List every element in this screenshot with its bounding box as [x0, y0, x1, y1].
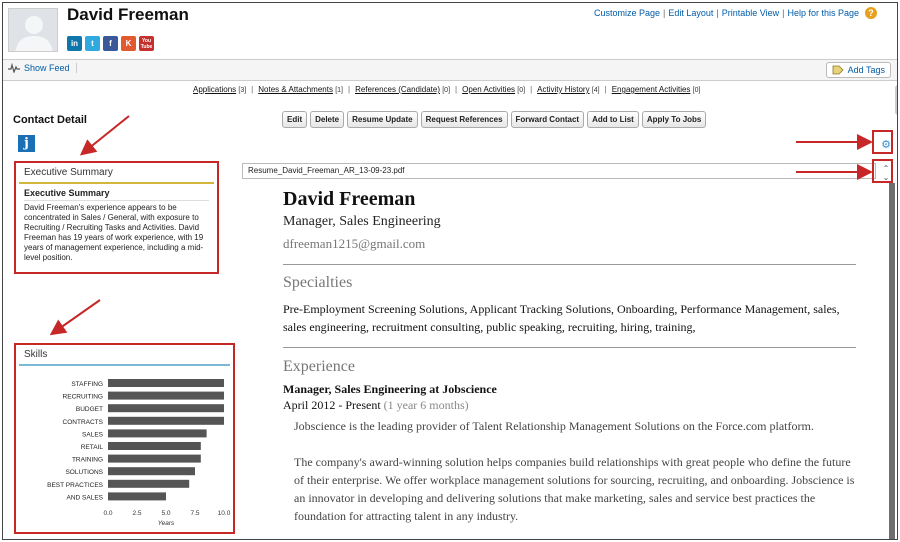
resume-scroll-control[interactable]: ⌃ ⌄: [878, 163, 894, 183]
bar: [108, 442, 201, 450]
customize-page-link[interactable]: Customize Page: [594, 8, 660, 18]
youtube-icon[interactable]: You Tube: [139, 36, 154, 51]
action-buttons: Edit Delete Resume Update Request Refere…: [282, 111, 707, 128]
executive-summary-text: David Freeman's experience appears to be…: [24, 203, 204, 262]
related-engagement-activities[interactable]: Engagement Activities: [612, 85, 691, 94]
resume-page: David Freeman Manager, Sales Engineering…: [242, 183, 889, 539]
person-silhouette-icon: [15, 16, 53, 51]
gear-icon[interactable]: ⚙: [878, 135, 894, 153]
executive-summary-title: Executive Summary: [24, 167, 113, 178]
bar-label: RECRUITING: [63, 394, 103, 401]
resume-update-button[interactable]: Resume Update: [347, 111, 418, 128]
x-tick-label: 7.5: [190, 510, 199, 517]
add-tags-button[interactable]: Add Tags: [825, 62, 891, 78]
related-applications[interactable]: Applications: [193, 85, 236, 94]
klout-icon[interactable]: K: [121, 36, 136, 51]
related-activity-history[interactable]: Activity History: [537, 85, 589, 94]
bar-label: TRAINING: [72, 457, 103, 464]
bar-label: STAFFING: [71, 381, 103, 388]
pulse-icon: [8, 63, 20, 73]
bar: [108, 492, 166, 501]
help-link[interactable]: Help for this Page: [787, 8, 859, 18]
skills-panel: Skills STAFFING RECRUITING BUDGET CONTRACTS…: [14, 343, 235, 534]
delete-button[interactable]: Delete: [310, 111, 345, 128]
divider: [283, 347, 856, 348]
x-tick-label: 2.5: [132, 510, 141, 517]
job-dates: April 2012 - Present (1 year 6 months): [283, 398, 469, 412]
x-tick-label: 0.0: [103, 510, 112, 517]
bar-label: CONTRACTS: [63, 419, 104, 426]
related-references[interactable]: References (Candidate): [355, 85, 440, 94]
edit-layout-link[interactable]: Edit Layout: [668, 8, 713, 18]
experience-heading: Experience: [283, 358, 355, 375]
resume-viewer: David Freeman Manager, Sales Engineering…: [242, 183, 895, 539]
related-open-activities[interactable]: Open Activities: [462, 85, 515, 94]
bar: [108, 454, 201, 463]
resume-name: David Freeman: [283, 188, 416, 210]
request-references-button[interactable]: Request References: [420, 111, 508, 128]
related-lists: Applications [3] | Notes & Attachments [1…: [193, 85, 701, 94]
x-axis-label: Years: [158, 520, 175, 527]
divider: [283, 264, 856, 265]
resume-title: Manager, Sales Engineering: [283, 214, 441, 229]
bar-label: AND SALES: [67, 494, 104, 501]
forward-contact-button[interactable]: Forward Contact: [510, 111, 585, 128]
annotation-arrow: [79, 115, 130, 156]
apply-to-jobs-button[interactable]: Apply To Jobs: [641, 111, 707, 128]
social-links: in t f K You Tube: [67, 36, 154, 51]
x-tick-label: 10.0: [218, 510, 231, 517]
bar: [108, 429, 207, 438]
specialties-text: Pre-Employment Screening Solutions, Appl…: [283, 302, 840, 334]
x-tick-label: 5.0: [161, 510, 170, 517]
job-title: Manager, Sales Engineering at Jobscience: [283, 382, 497, 396]
resume-file-select[interactable]: Resume_David_Freeman_AR_13-09-23.pdf: [242, 163, 876, 179]
section-title: Contact Detail: [13, 114, 87, 126]
annotation-arrow: [49, 299, 101, 336]
skills-chart: STAFFING RECRUITING BUDGET CONTRACTS SALES RE…: [47, 379, 231, 527]
job-paragraph: The company's award-winning solution hel…: [294, 455, 855, 523]
add-to-list-button[interactable]: Add to List: [587, 111, 639, 128]
printable-view-link[interactable]: Printable View: [722, 8, 779, 18]
bar: [108, 379, 224, 387]
help-icon[interactable]: ?: [865, 7, 877, 19]
bar: [108, 404, 224, 413]
resume-email: dfreeman1215@gmail.com: [283, 236, 426, 251]
bar: [108, 479, 190, 488]
page-scrollbar[interactable]: [895, 85, 897, 115]
specialties-heading: Specialties: [283, 274, 353, 291]
page-links: Customize Page | Edit Layout | Printable V…: [594, 7, 877, 19]
show-feed-button[interactable]: Show Feed: [8, 63, 77, 73]
bar-label: BUDGET: [76, 406, 103, 413]
twitter-icon[interactable]: t: [85, 36, 100, 51]
bar: [108, 391, 224, 400]
job-paragraph: Jobscience is the leading provider of Ta…: [294, 419, 814, 433]
executive-summary-panel: Executive Summary Executive Summary Davi…: [14, 161, 219, 274]
avatar[interactable]: [8, 8, 58, 52]
facebook-icon[interactable]: f: [103, 36, 118, 51]
edit-button[interactable]: Edit: [282, 111, 308, 128]
tag-icon: [832, 65, 844, 75]
feed-bar: Show Feed Add Tags: [3, 59, 897, 81]
screen-frame: David Freeman in t f K You Tube Customiz…: [2, 2, 898, 540]
bar-label: RETAIL: [81, 444, 104, 451]
bar-label: SALES: [82, 431, 104, 438]
skills-title: Skills: [24, 349, 48, 360]
linkedin-icon[interactable]: in: [67, 36, 82, 51]
bar: [108, 416, 224, 425]
executive-summary-subtitle: Executive Summary: [24, 188, 209, 201]
jobscience-icon[interactable]: j: [18, 135, 35, 152]
related-notes-attachments[interactable]: Notes & Attachments: [258, 85, 333, 94]
bar-label: SOLUTIONS: [65, 469, 103, 476]
bar: [108, 467, 195, 476]
contact-name: David Freeman: [67, 5, 189, 24]
bar-label: BEST PRACTICES: [47, 482, 104, 489]
